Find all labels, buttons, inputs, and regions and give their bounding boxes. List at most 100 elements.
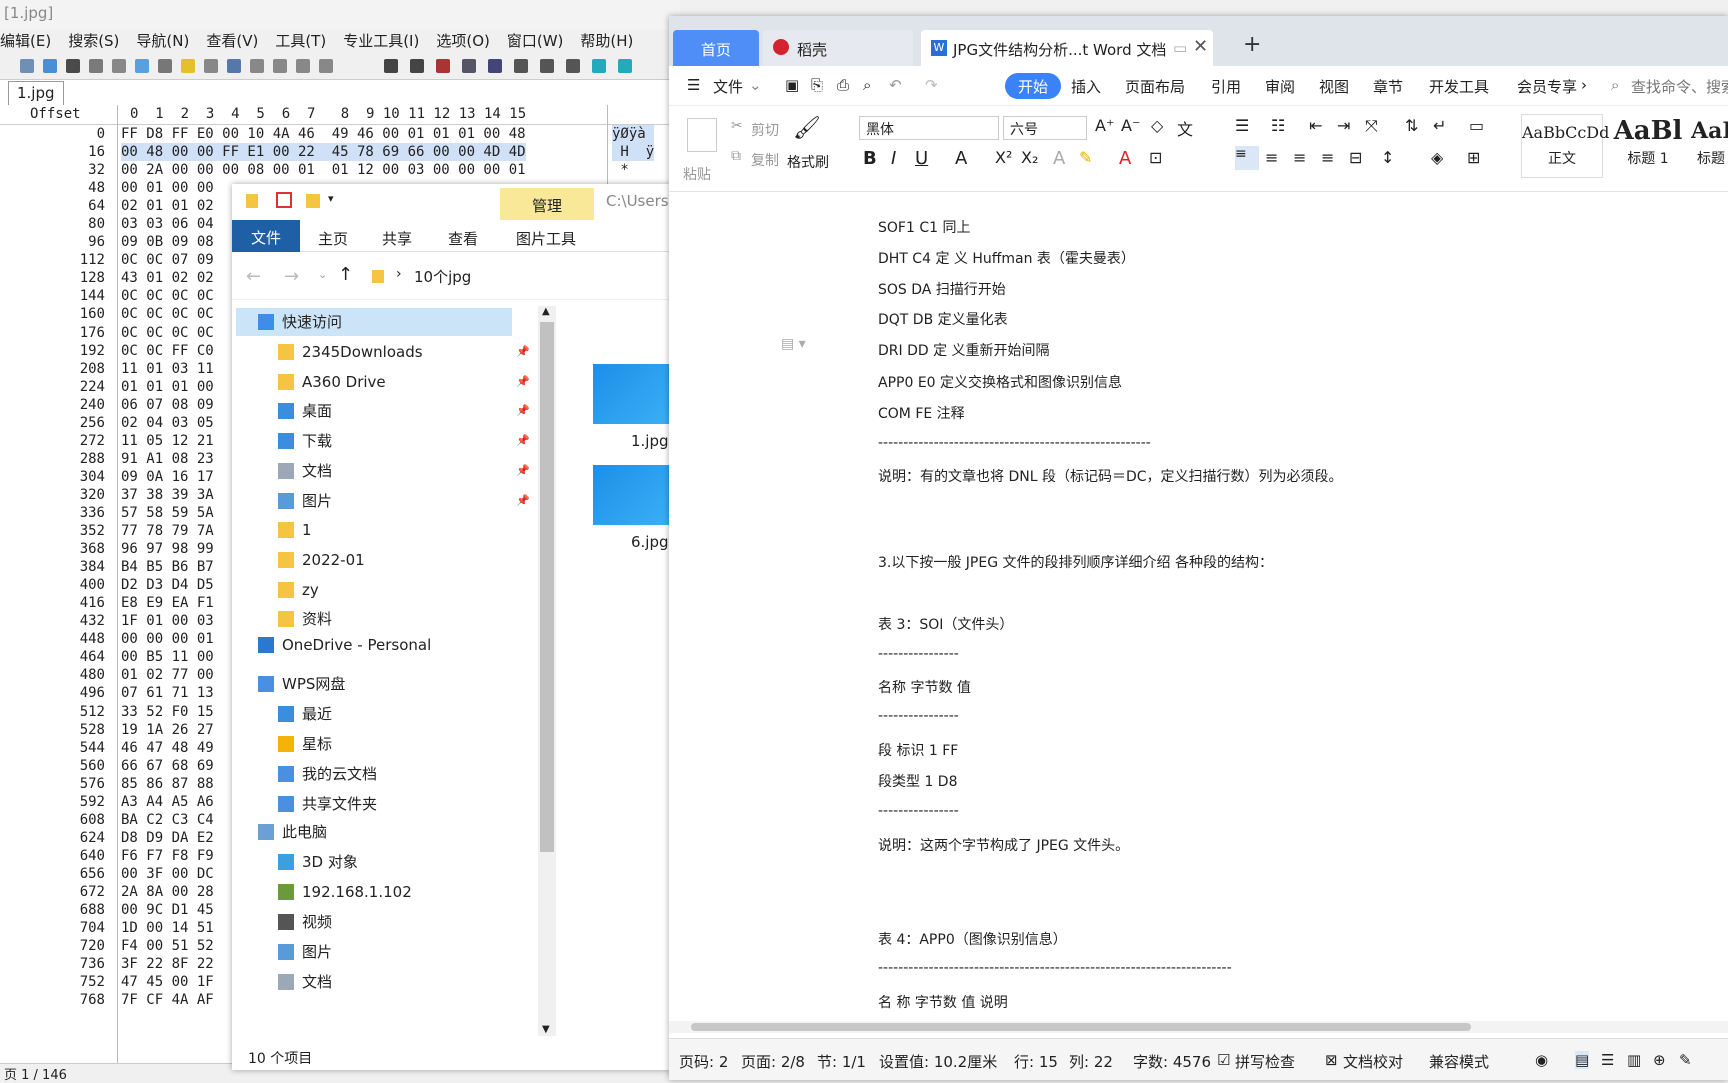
nav-scroll-thumb[interactable] bbox=[540, 322, 554, 852]
reading-view-icon[interactable]: ▥ bbox=[1627, 1051, 1641, 1069]
doc-paragraph[interactable]: DQT DB 定义量化表 bbox=[878, 309, 1008, 329]
toolbar-icon[interactable] bbox=[20, 59, 34, 73]
pin-icon[interactable]: 📌 bbox=[516, 368, 530, 396]
highlight-icon[interactable]: ✎ bbox=[1079, 148, 1092, 167]
toolbar-icon[interactable] bbox=[158, 59, 172, 73]
pin-icon[interactable]: 📌 bbox=[516, 397, 530, 425]
doc-paragraph[interactable]: 表 4：APP0（图像识别信息） bbox=[878, 929, 1067, 949]
paste-button[interactable]: 粘贴 bbox=[683, 164, 711, 184]
tab-picture-tools[interactable]: 图片工具 bbox=[516, 228, 576, 249]
chevron-down-icon[interactable]: ⌄ bbox=[749, 76, 762, 94]
new-folder-icon[interactable] bbox=[306, 194, 320, 208]
customize-icon[interactable]: ▾ bbox=[328, 192, 334, 205]
text-row[interactable]: ÿØÿà bbox=[612, 125, 655, 144]
numbered-list-icon[interactable]: ☷ bbox=[1271, 116, 1285, 135]
status-pages[interactable]: 页面: 2/8 bbox=[741, 1051, 805, 1072]
file-item[interactable]: 1.jpg bbox=[593, 364, 669, 450]
doc-paragraph[interactable]: 3.以下按一般 JPEG 文件的段排列顺序详细介绍 各种段的结构： bbox=[878, 552, 1273, 572]
toolbar-icon[interactable] bbox=[135, 59, 149, 73]
bold-icon[interactable]: B bbox=[863, 148, 877, 169]
print-icon[interactable]: ⎙ bbox=[837, 76, 849, 94]
scroll-up-icon[interactable]: ▲ bbox=[542, 306, 550, 317]
doc-paragraph[interactable]: ---------------- bbox=[878, 803, 959, 819]
scroll-down-icon[interactable]: ▼ bbox=[542, 1024, 550, 1035]
hex-menu-item[interactable]: 导航(N) bbox=[136, 30, 189, 51]
shrink-font-icon[interactable]: A⁻ bbox=[1121, 116, 1140, 135]
nav-item[interactable]: 我的云文档 bbox=[278, 760, 377, 788]
edit-icon[interactable]: ✎ bbox=[1679, 1051, 1692, 1069]
text-row[interactable]: H ÿ bbox=[612, 143, 655, 162]
menu-section[interactable]: 章节 bbox=[1373, 76, 1403, 97]
toolbar-icon[interactable] bbox=[112, 59, 126, 73]
font-select[interactable]: 黑体 bbox=[859, 116, 999, 140]
hex-menu-item[interactable]: 编辑(E) bbox=[0, 30, 51, 51]
char-border-icon[interactable]: ⊡ bbox=[1149, 148, 1162, 167]
toolbar-icon[interactable] bbox=[89, 59, 103, 73]
nav-item[interactable]: 2345Downloads 📌 bbox=[278, 338, 530, 366]
toolbar-icon[interactable] bbox=[436, 59, 450, 73]
nav-item[interactable]: zy bbox=[278, 576, 319, 604]
menu-developer[interactable]: 开发工具 bbox=[1429, 76, 1489, 97]
toolbar-icon[interactable] bbox=[227, 59, 241, 73]
doc-paragraph[interactable]: APP0 E0 定义交换格式和图像识别信息 bbox=[878, 372, 1122, 392]
nav-item[interactable]: 图片 📌 bbox=[278, 487, 530, 515]
menu-file[interactable]: 文件 bbox=[713, 76, 743, 97]
align-right-icon[interactable]: ≡ bbox=[1293, 148, 1306, 167]
toolbar-icon[interactable] bbox=[410, 59, 424, 73]
status-words[interactable]: 字数: 4576 bbox=[1133, 1051, 1211, 1072]
up-icon[interactable]: ↑ bbox=[338, 264, 353, 285]
status-proofread[interactable]: 文档校对 bbox=[1343, 1051, 1403, 1072]
doc-paragraph[interactable]: 段类型 1 D8 bbox=[878, 771, 958, 791]
outdent-icon[interactable]: ⇤ bbox=[1309, 116, 1322, 135]
menu-member[interactable]: 会员专享 bbox=[1517, 76, 1577, 97]
tab-file[interactable]: 文件 bbox=[232, 220, 300, 252]
text-effect-icon[interactable]: A bbox=[1053, 148, 1065, 169]
pin-icon[interactable]: 📌 bbox=[516, 338, 530, 366]
nav-item[interactable]: 快速访问 bbox=[236, 308, 512, 336]
paragraph-handle-icon[interactable]: ▤ ▾ bbox=[781, 336, 806, 352]
tab-view[interactable]: 查看 bbox=[448, 228, 478, 249]
preview-icon[interactable]: ⌕ bbox=[863, 76, 871, 94]
toolbar-icon[interactable] bbox=[319, 59, 333, 73]
shading-icon[interactable]: ◈ bbox=[1431, 148, 1443, 167]
doc-paragraph[interactable]: DHT C4 定 义 Huffman 表（霍夫曼表） bbox=[878, 248, 1135, 268]
font-color-icon[interactable]: A bbox=[1119, 148, 1131, 169]
outline-view-icon[interactable]: ☰ bbox=[1601, 1051, 1614, 1069]
menu-page-layout[interactable]: 页面布局 bbox=[1125, 76, 1185, 97]
status-section[interactable]: 节: 1/1 bbox=[817, 1051, 866, 1072]
nav-item[interactable]: 3D 对象 bbox=[278, 848, 358, 876]
hex-row[interactable]: 00 2A 00 00 00 08 00 01 01 12 00 03 00 0… bbox=[121, 161, 526, 179]
toolbar-icon[interactable] bbox=[66, 59, 80, 73]
command-search[interactable]: 查找命令、搜索 bbox=[1631, 76, 1728, 97]
underline-icon[interactable]: U bbox=[915, 148, 928, 169]
chevron-right-icon[interactable]: › bbox=[1581, 76, 1587, 94]
status-col[interactable]: 列: 22 bbox=[1069, 1051, 1113, 1072]
menu-review[interactable]: 审阅 bbox=[1265, 76, 1295, 97]
status-row[interactable]: 行: 15 bbox=[1014, 1051, 1058, 1072]
justify-icon[interactable]: ≡ bbox=[1321, 148, 1334, 167]
superscript-icon[interactable]: X² bbox=[995, 148, 1012, 167]
hex-menu-item[interactable]: 工具(T) bbox=[275, 30, 326, 51]
indent-icon[interactable]: ⇥ bbox=[1337, 116, 1350, 135]
menu-view[interactable]: 视图 bbox=[1319, 76, 1349, 97]
format-painter-icon[interactable]: 🖌 bbox=[793, 116, 821, 141]
tab-home[interactable]: 首页 bbox=[673, 30, 759, 66]
tab-daoke[interactable]: 稻壳 bbox=[763, 30, 913, 66]
nav-item[interactable]: 此电脑 bbox=[258, 818, 327, 846]
hex-menu-item[interactable]: 窗口(W) bbox=[507, 30, 564, 51]
doc-paragraph[interactable]: 说明：有的文章也将 DNL 段（标记码＝DC，定义扫描行数）列为必须段。 bbox=[878, 466, 1343, 486]
doc-paragraph[interactable]: ---------------- bbox=[878, 646, 959, 662]
nav-item[interactable]: A360 Drive 📌 bbox=[278, 368, 530, 396]
copy-icon[interactable]: ⧉ bbox=[731, 148, 741, 164]
doc-paragraph[interactable]: ----------------------------------------… bbox=[878, 960, 1232, 976]
pinyin-icon[interactable]: 文 bbox=[1177, 116, 1193, 140]
document-page[interactable]: ▤ ▾ SOF1 C1 同上 DHT C4 定 义 Huffman 表（霍夫曼表）… bbox=[669, 192, 1728, 1038]
export-icon[interactable]: ⎘ bbox=[811, 76, 823, 94]
status-page-code[interactable]: 页码: 2 bbox=[679, 1051, 728, 1072]
float-window-icon[interactable]: ▭ bbox=[1173, 39, 1187, 57]
doc-paragraph[interactable]: 段 标识 1 FF bbox=[878, 740, 958, 760]
doc-paragraph[interactable]: 名称 字节数 值 bbox=[878, 677, 971, 697]
horizontal-scroll-thumb[interactable] bbox=[691, 1023, 1471, 1031]
manage-tab[interactable]: 管理 bbox=[500, 188, 594, 220]
status-spellcheck[interactable]: 拼写检查 bbox=[1235, 1051, 1295, 1072]
